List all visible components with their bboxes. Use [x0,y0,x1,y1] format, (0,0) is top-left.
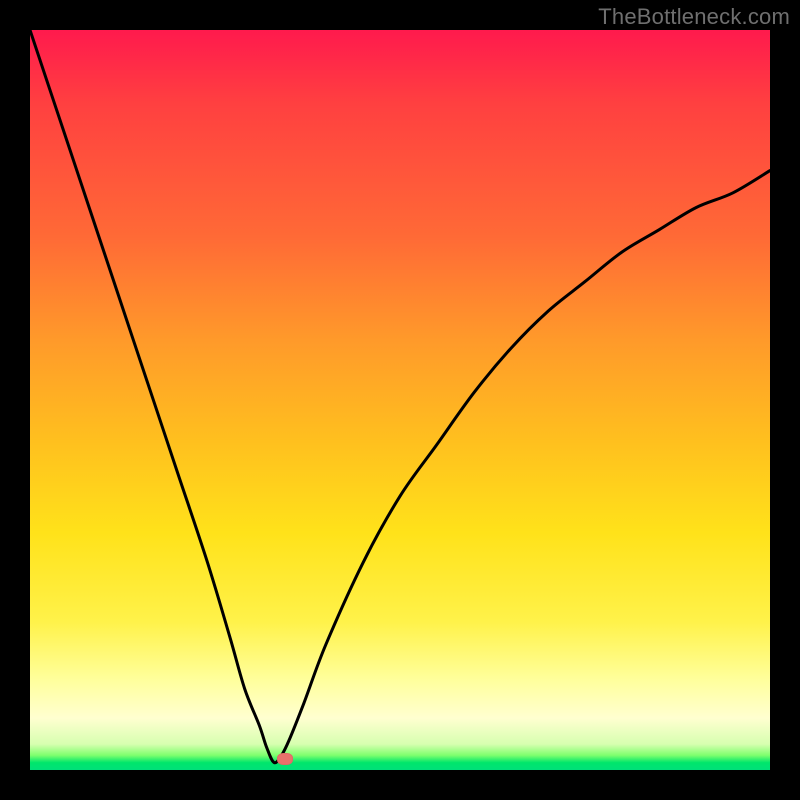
watermark-text: TheBottleneck.com [598,4,790,30]
chart-frame: TheBottleneck.com [0,0,800,800]
bottleneck-curve [30,30,770,770]
plot-area [30,30,770,770]
optimum-marker [277,753,293,765]
